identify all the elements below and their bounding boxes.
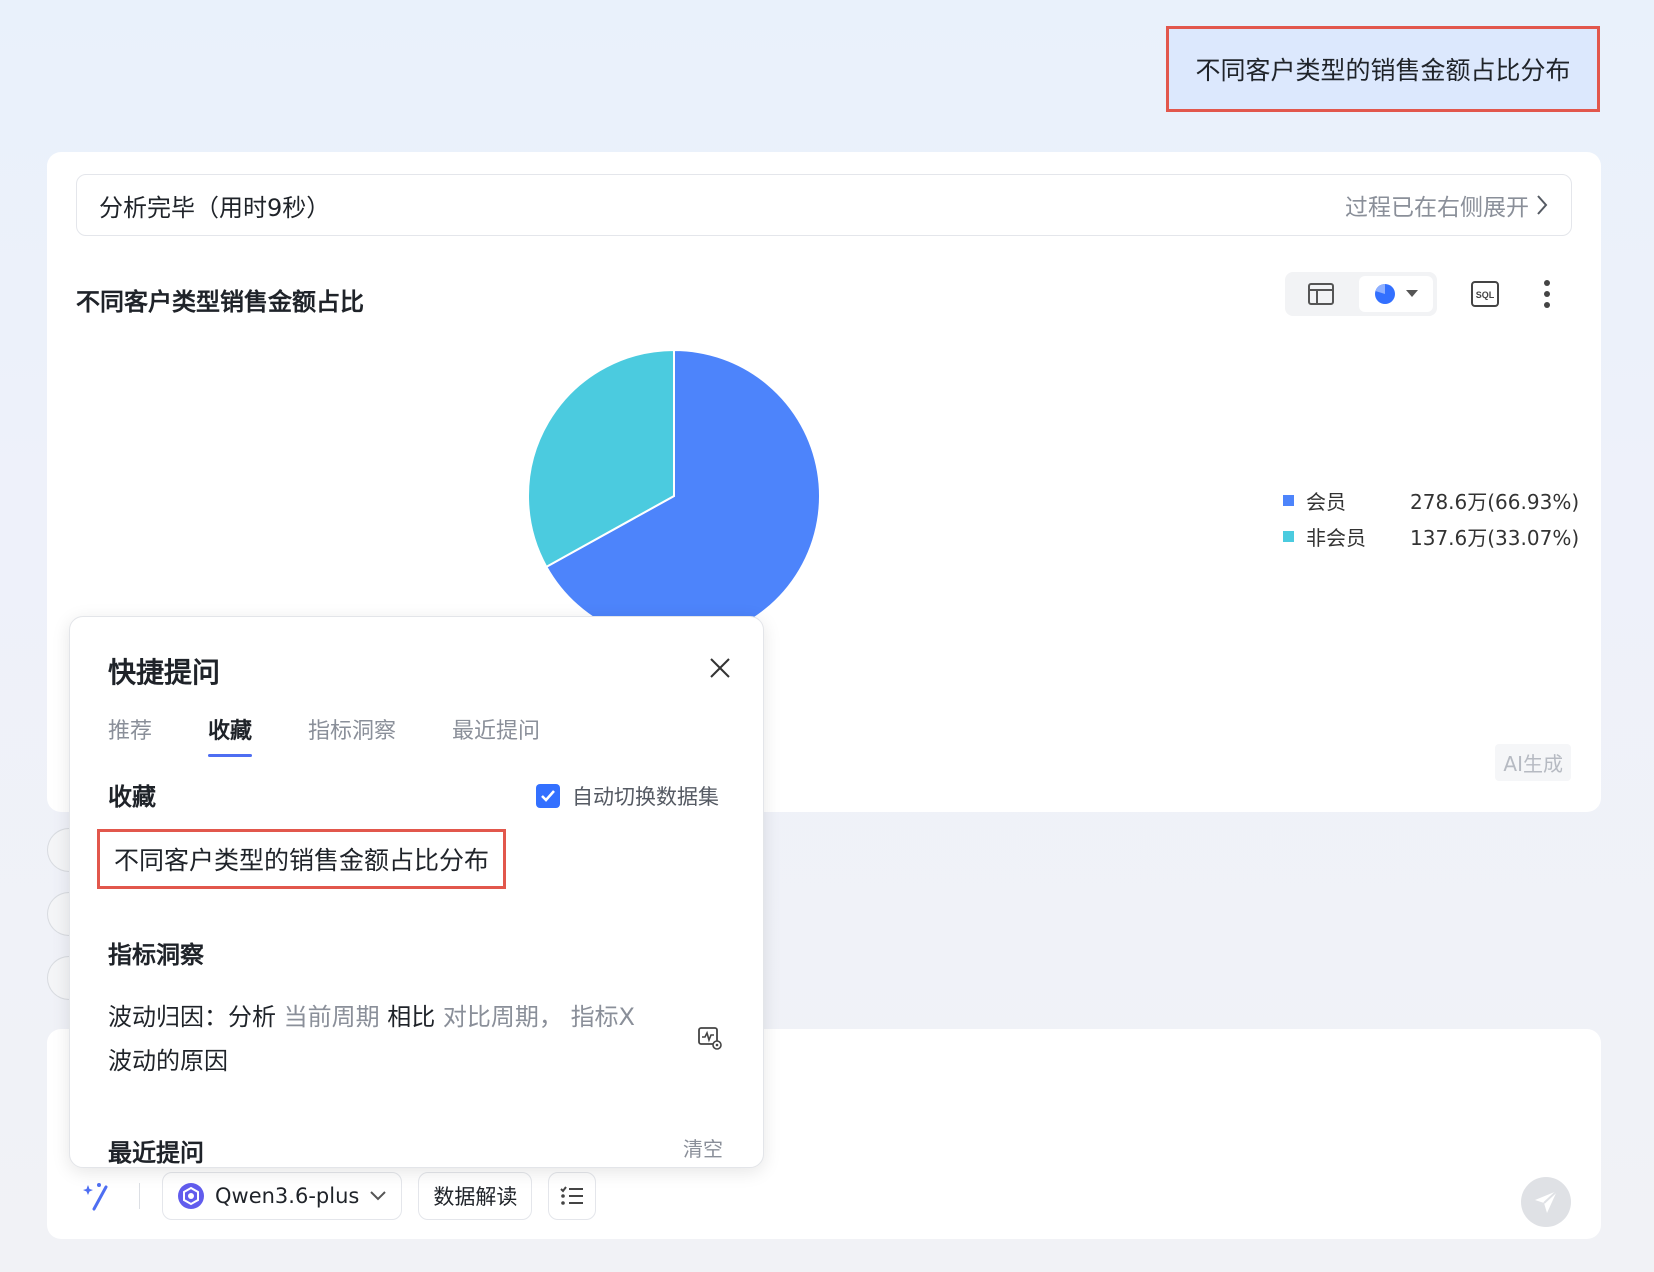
chart-toolbar: SQL [1285,272,1569,316]
magic-wand-icon [83,1183,108,1211]
favorite-question-item[interactable]: 不同客户类型的销售金额占比分布 [97,829,507,889]
chart-title: 不同客户类型销售金额占比 [76,288,364,316]
legend-item[interactable]: 会员 278.6万(66.93%) [1283,482,1579,518]
chevron-right-icon [1537,195,1548,215]
process-expand-link[interactable]: 过程已在右侧展开 [1345,188,1549,222]
recent-questions-heading: 最近提问 [108,1139,204,1167]
insight-text: 波动归因：分析 [108,1003,276,1031]
legend-swatch [1283,494,1294,506]
popup-tabs: 推荐 收藏 指标洞察 最近提问 [108,713,596,757]
qwen-logo-icon [178,1183,204,1209]
popup-close-button[interactable] [705,653,735,683]
analysis-status-text: 分析完毕（用时9秒） [99,193,331,222]
auto-switch-dataset-toggle[interactable]: 自动切换数据集 [536,781,719,811]
close-icon [710,658,730,678]
insight-text: 相比 [387,1003,436,1031]
sql-button[interactable]: SQL [1463,272,1507,316]
quick-question-popup: 快捷提问 推荐 收藏 指标洞察 最近提问 收藏 自动切换数据集 不同客户类型的销… [69,616,764,1168]
insight-placeholder-metric[interactable]: 指标X [571,1003,635,1031]
model-select-label: Qwen3.6-plus [215,1184,360,1208]
model-select[interactable]: Qwen3.6-plus [162,1172,403,1220]
analysis-status-bar[interactable]: 分析完毕（用时9秒） 过程已在右侧展开 [76,174,1572,236]
table-icon [1308,283,1334,305]
chevron-down-icon [370,1191,387,1201]
table-view-button[interactable] [1289,276,1353,312]
legend-value: 137.6万(33.07%) [1410,525,1580,550]
data-interpretation-chip[interactable]: 数据解读 [418,1172,533,1220]
view-toggle [1285,272,1437,316]
insight-text: 波动的原因 [108,1047,228,1075]
check-icon [541,790,555,802]
sql-icon: SQL [1471,281,1499,307]
legend-label: 非会员 [1306,525,1366,550]
legend-item[interactable]: 非会员 137.6万(33.07%) [1283,518,1579,554]
metric-insight-heading: 指标洞察 [108,941,204,969]
input-toolbar: Qwen3.6-plus 数据解读 [77,1171,597,1221]
legend-value: 278.6万(66.93%) [1410,489,1580,514]
insight-settings-icon[interactable] [697,1025,723,1051]
chart-legend: 会员 278.6万(66.93%) 非会员 137.6万(33.07%) [1283,482,1579,554]
insight-placeholder-compare-period[interactable]: 对比周期， [443,1003,563,1031]
auto-switch-label: 自动切换数据集 [572,785,719,809]
pie-chart-icon [1375,284,1395,304]
tab-recommend[interactable]: 推荐 [108,713,152,757]
toolbar-divider [139,1183,140,1209]
user-message-bubble: 不同客户类型的销售金额占比分布 [1166,26,1600,112]
send-button[interactable] [1521,1177,1571,1227]
ai-generated-tag: AI生成 [1495,744,1571,781]
clear-recent-button[interactable]: 清空 [683,1133,723,1162]
chart-type-dropdown[interactable] [1359,276,1433,312]
send-icon [1535,1190,1558,1213]
legend-swatch [1283,530,1294,542]
quick-question-button[interactable] [77,1176,117,1216]
list-icon [560,1186,584,1205]
list-options-chip[interactable] [548,1172,597,1220]
insight-placeholder-current-period[interactable]: 当前周期 [284,1003,380,1031]
auto-switch-checkbox[interactable] [536,784,560,808]
tab-recent-questions[interactable]: 最近提问 [452,713,540,757]
legend-label: 会员 [1306,489,1346,514]
more-vertical-icon [1544,280,1550,308]
metric-insight-item[interactable]: 波动归因：分析 当前周期 相比 对比周期， 指标X 波动的原因 [108,995,648,1083]
tab-favorites[interactable]: 收藏 [208,713,253,757]
more-options-button[interactable] [1525,272,1569,316]
tab-metric-insight[interactable]: 指标洞察 [308,713,396,757]
svg-text:SQL: SQL [1476,290,1495,300]
favorites-heading: 收藏 [108,783,156,811]
process-expand-label: 过程已在右侧展开 [1345,195,1529,221]
popup-title: 快捷提问 [108,656,221,689]
caret-down-icon [1406,290,1418,297]
